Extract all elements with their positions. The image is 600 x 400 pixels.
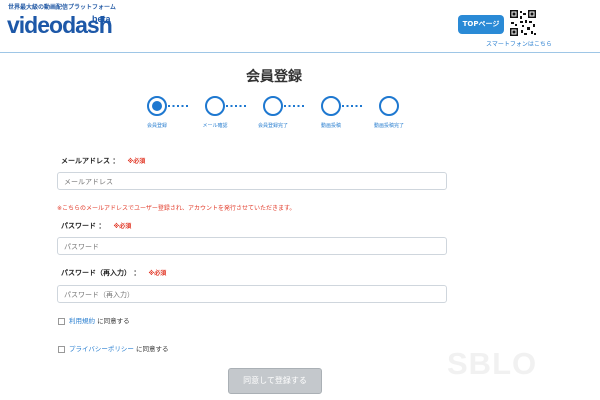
password-label: パスワード ： ※必須 [61,221,131,231]
privacy-link[interactable]: プライバシーポリシー [69,345,134,353]
step-circle-4 [321,96,341,116]
step-label: メール確認 [202,123,228,129]
privacy-checkbox[interactable] [58,345,65,353]
step-progress [147,96,399,116]
logo-beta-badge: beta [92,14,111,24]
terms-link[interactable]: 利用規約 [69,317,95,325]
required-mark: ※必須 [127,158,146,165]
terms-agree-row: 利用規約 に同意する [58,315,130,325]
step-label: 会員登録完了 [257,123,289,129]
step-label: 会員登録 [146,123,168,129]
password-confirm-label: パスワード（再入力） ： ※必須 [61,268,166,278]
site-header: 世界最大級の動画配信プラットフォーム videodash beta TOPページ… [0,0,600,53]
email-field[interactable]: メールアドレス [57,172,447,190]
page-title: 会員登録 [246,69,302,85]
step-label: 動画投稿 [320,123,342,129]
required-mark: ※必須 [148,270,167,277]
step-circle-5 [379,96,399,116]
step-circle-3 [263,96,283,116]
smartphone-link[interactable]: スマートフォンはこちら [486,39,552,48]
privacy-suffix: に同意する [135,345,169,353]
terms-checkbox[interactable] [58,317,65,325]
password-field[interactable]: パスワード [57,237,447,255]
email-label: メールアドレス ： ※必須 [61,156,145,166]
qr-code-icon[interactable] [509,9,537,37]
terms-suffix: に同意する [97,317,130,325]
agree-register-button[interactable]: 同意して登録する [228,368,322,394]
step-circle-1-active [152,101,162,111]
watermark: SBLO [447,346,538,381]
required-mark: ※必須 [113,223,132,230]
password-label-text: パスワード ： [61,222,106,230]
step-label: 動画投稿完了 [373,123,405,129]
email-note: ※こちらのメールアドレスでユーザー登録され、アカウントを発行させていただきます。 [57,205,296,212]
password-confirm-field[interactable]: パスワード（再入力） [57,285,447,303]
privacy-agree-row: プライバシーポリシー に同意する [58,343,168,353]
password-confirm-label-text: パスワード（再入力） ： [61,269,141,277]
step-circle-2 [205,96,225,116]
top-page-button[interactable]: TOPページ [458,15,504,34]
email-label-text: メールアドレス ： [61,157,120,165]
site-tagline: 世界最大級の動画配信プラットフォーム [8,4,116,11]
